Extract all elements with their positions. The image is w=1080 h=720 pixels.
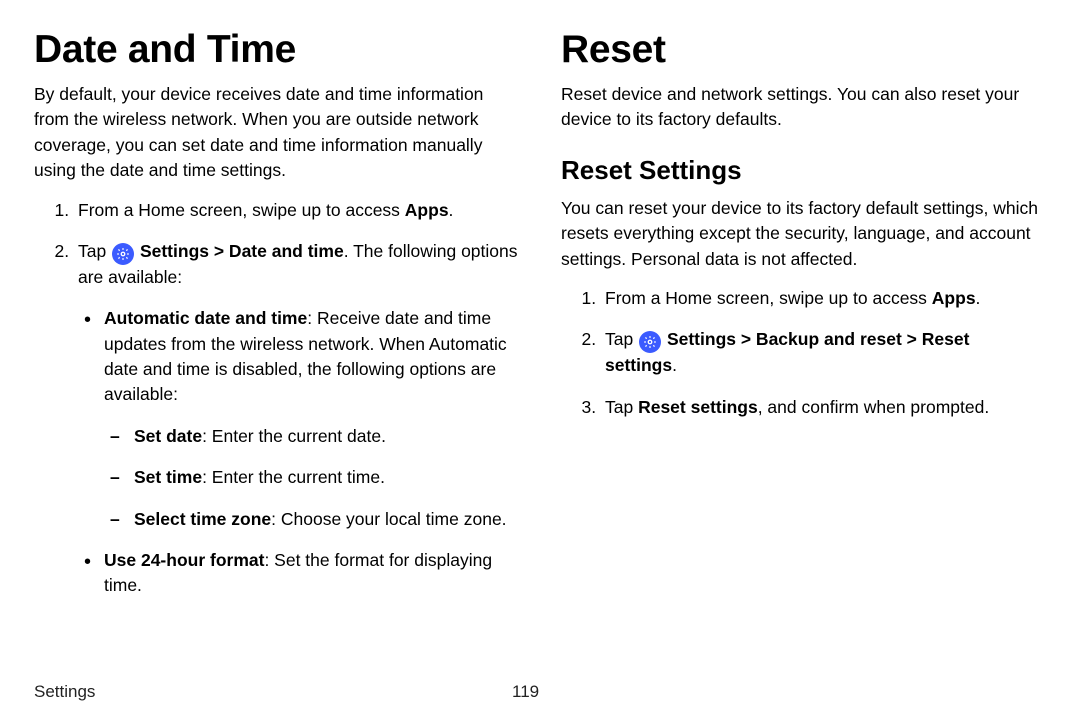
apps-label: Apps — [405, 200, 449, 220]
sub-options: Set date: Enter the current date. Set ti… — [104, 424, 519, 532]
reset-settings-label: Reset settings — [638, 397, 758, 417]
step-3: Tap Reset settings, and confirm when pro… — [601, 395, 1046, 420]
text: Tap — [78, 241, 111, 261]
option-desc: : Enter the current date. — [202, 426, 386, 446]
option-set-date: Set date: Enter the current date. — [134, 424, 519, 449]
text: From a Home screen, swipe up to access — [605, 288, 932, 308]
step-2: Tap Settings > Backup and reset > Reset … — [601, 327, 1046, 378]
option-auto-date-time: Automatic date and time: Receive date an… — [104, 306, 519, 532]
step-2: Tap Settings > Date and time. The follow… — [74, 239, 519, 599]
heading-date-and-time: Date and Time — [34, 28, 519, 72]
heading-reset: Reset — [561, 28, 1046, 72]
text: From a Home screen, swipe up to access — [78, 200, 405, 220]
settings-gear-icon — [112, 243, 134, 265]
right-column: Reset Reset device and network settings.… — [561, 28, 1046, 668]
left-column: Date and Time By default, your device re… — [34, 28, 519, 668]
footer-page-number: 119 — [512, 682, 539, 702]
option-desc: : Choose your local time zone. — [271, 509, 506, 529]
footer-section-label: Settings — [34, 682, 95, 702]
option-label: Select time zone — [134, 509, 271, 529]
text: . — [449, 200, 454, 220]
steps-date-time: From a Home screen, swipe up to access A… — [34, 198, 519, 599]
page-footer: Settings 119 — [34, 682, 1046, 702]
settings-gear-icon — [639, 331, 661, 353]
settings-path: Settings > Date and time — [140, 241, 344, 261]
options-list: Automatic date and time: Receive date an… — [78, 306, 519, 598]
subheading-reset-settings: Reset Settings — [561, 155, 1046, 186]
option-label: Set time — [134, 467, 202, 487]
intro-reset-settings: You can reset your device to its factory… — [561, 196, 1046, 272]
option-set-time: Set time: Enter the current time. — [134, 465, 519, 490]
apps-label: Apps — [932, 288, 976, 308]
option-time-zone: Select time zone: Choose your local time… — [134, 507, 519, 532]
option-label: Use 24-hour format — [104, 550, 264, 570]
step-1: From a Home screen, swipe up to access A… — [74, 198, 519, 223]
option-desc: : Enter the current time. — [202, 467, 385, 487]
option-label: Set date — [134, 426, 202, 446]
text: . — [672, 355, 677, 375]
step-1: From a Home screen, swipe up to access A… — [601, 286, 1046, 311]
intro-reset: Reset device and network settings. You c… — [561, 82, 1046, 133]
text: , and confirm when prompted. — [758, 397, 990, 417]
text: Tap — [605, 329, 638, 349]
intro-date-time: By default, your device receives date an… — [34, 82, 519, 184]
text: Tap — [605, 397, 638, 417]
option-24hr-format: Use 24-hour format: Set the format for d… — [104, 548, 519, 599]
text: . — [976, 288, 981, 308]
steps-reset-settings: From a Home screen, swipe up to access A… — [561, 286, 1046, 420]
option-label: Automatic date and time — [104, 308, 307, 328]
